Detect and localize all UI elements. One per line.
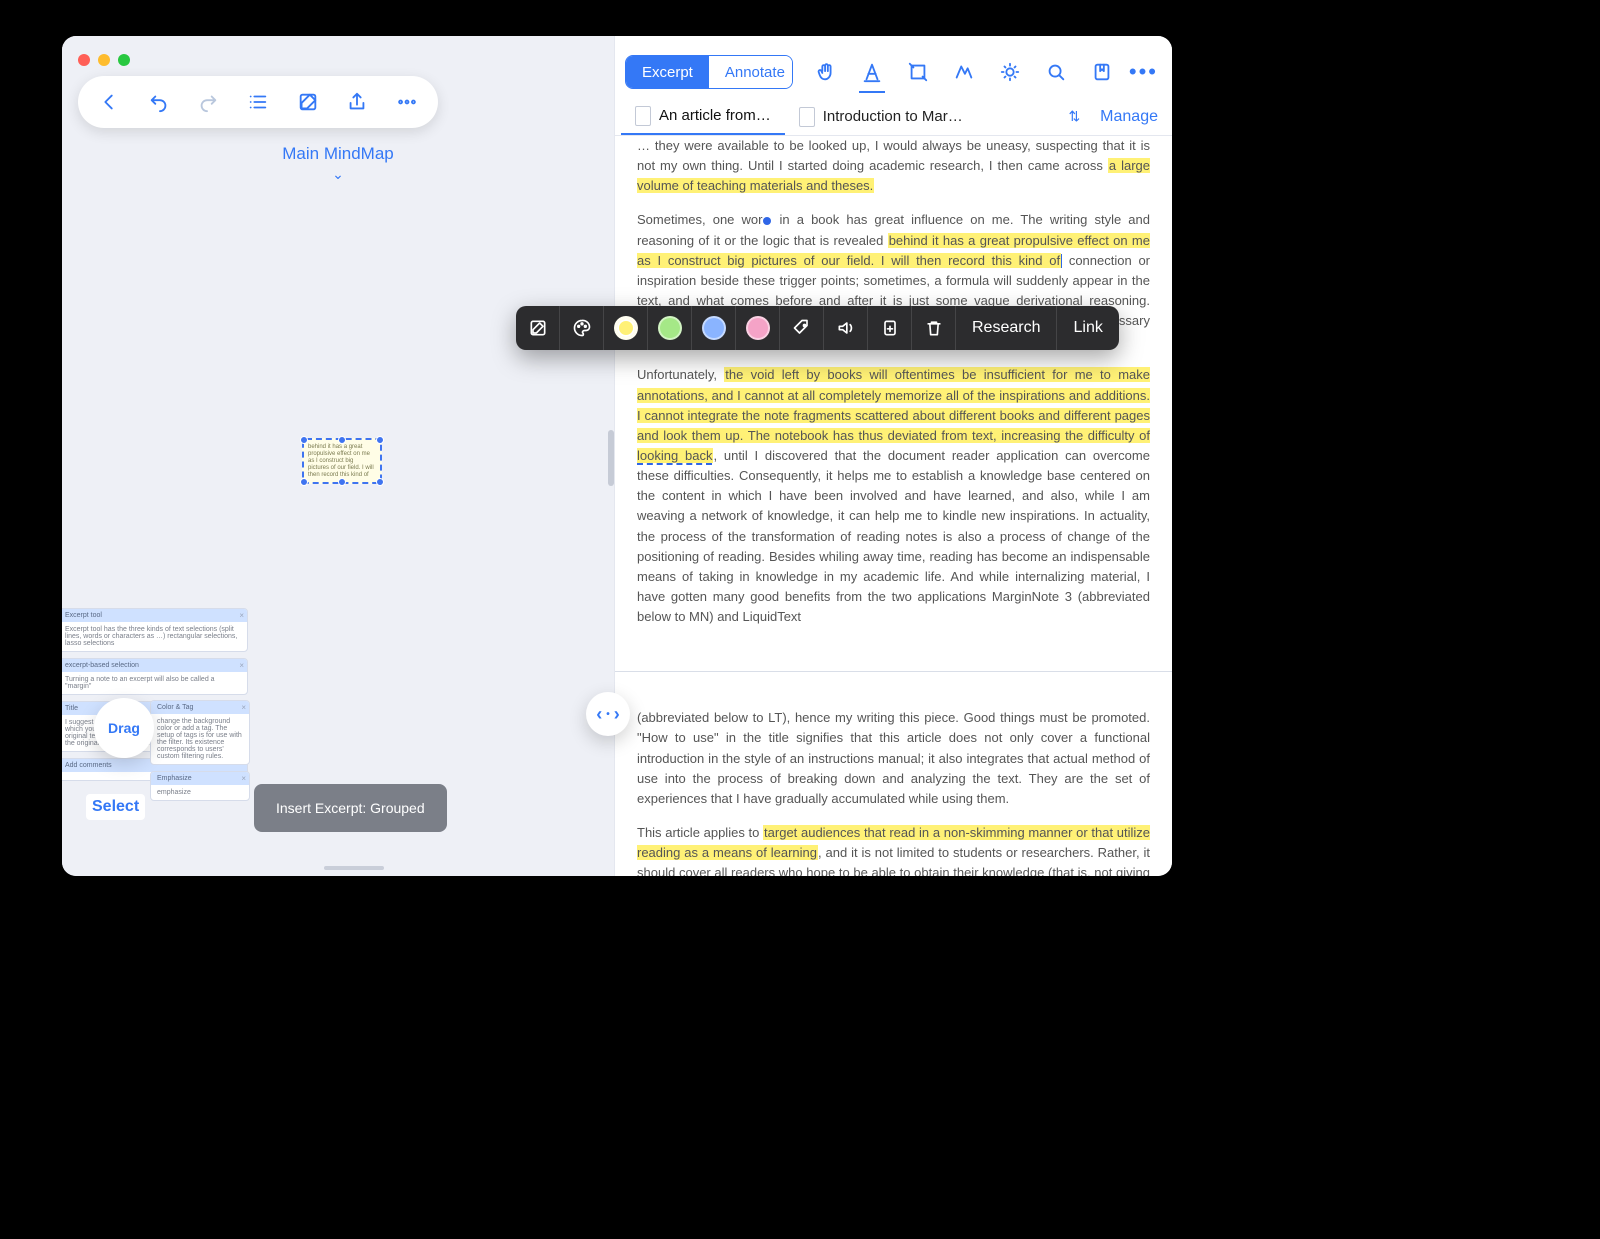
trash-icon[interactable] (912, 306, 956, 350)
clipboard-add-icon[interactable] (868, 306, 912, 350)
close-icon[interactable]: × (241, 703, 246, 712)
more-button[interactable] (385, 80, 429, 124)
document-toolbar: Excerpt Annotate ••• (625, 52, 1162, 92)
hand-tool-icon[interactable] (813, 59, 839, 85)
research-button[interactable]: Research (956, 306, 1057, 350)
speak-icon[interactable] (824, 306, 868, 350)
document-icon (635, 106, 651, 126)
selection-context-toolbar: Research Link (516, 306, 1119, 350)
document-tabs: An article from… Introduction to Mar… ⇅ … (615, 98, 1172, 136)
edit-icon[interactable] (516, 306, 560, 350)
share-button[interactable] (335, 80, 379, 124)
color-swatch-yellow[interactable] (604, 306, 648, 350)
insert-excerpt-tooltip: Insert Excerpt: Grouped (254, 784, 447, 832)
undo-button[interactable] (137, 80, 181, 124)
link-button[interactable]: Link (1057, 306, 1118, 350)
close-window-button[interactable] (78, 54, 90, 66)
minimize-window-button[interactable] (98, 54, 110, 66)
color-swatch-pink[interactable] (736, 306, 780, 350)
mindmap-pane: Main MindMap ⌄ behind it has a great pro… (62, 36, 614, 876)
paragraph: This article applies to target audiences… (615, 823, 1172, 876)
more-icon[interactable]: ••• (1129, 59, 1162, 85)
excerpt-node-text: behind it has a great propulsive effect … (308, 444, 374, 478)
window-controls (78, 54, 130, 66)
paragraph: (abbreviated below to LT), hence my writ… (615, 708, 1172, 823)
card-color-tag[interactable]: × Color & Tag change the background colo… (150, 700, 250, 765)
back-button[interactable] (87, 80, 131, 124)
redo-button[interactable] (186, 80, 230, 124)
card-emphasize[interactable]: × Emphasize emphasize (150, 771, 250, 801)
outline-button[interactable] (236, 80, 280, 124)
crop-tool-icon[interactable] (905, 59, 931, 85)
zoom-window-button[interactable] (118, 54, 130, 66)
excerpt-mode-button[interactable]: Excerpt (626, 56, 709, 88)
pane-split-handle[interactable]: ‹ • › (586, 692, 630, 736)
mindmap-title[interactable]: Main MindMap (62, 144, 614, 164)
drag-hint-bubble: Drag (94, 698, 154, 758)
chevron-left-icon: ‹ (596, 704, 602, 725)
close-icon[interactable]: × (241, 774, 246, 783)
selected-excerpt-node[interactable]: behind it has a great propulsive effect … (302, 438, 382, 484)
tool-icons-row (813, 59, 1115, 85)
tab-article[interactable]: An article from… (621, 98, 785, 135)
card-stack-2: × Color & Tag change the background colo… (150, 700, 250, 807)
color-swatch-green[interactable] (648, 306, 692, 350)
search-icon[interactable] (1043, 59, 1069, 85)
annotate-mode-button[interactable]: Annotate (709, 56, 793, 88)
color-swatch-blue[interactable] (692, 306, 736, 350)
mode-segmented-control: Excerpt Annotate (625, 55, 793, 89)
tag-icon[interactable] (780, 306, 824, 350)
palette-icon[interactable] (560, 306, 604, 350)
lasso-tool-icon[interactable] (951, 59, 977, 85)
close-icon[interactable]: × (239, 661, 244, 670)
horizontal-scroll-indicator[interactable] (324, 866, 384, 870)
document-pane: Excerpt Annotate ••• An article f (614, 36, 1172, 876)
chevron-right-icon: › (614, 704, 620, 725)
mindmap-toolbar (78, 76, 438, 128)
paragraph: Unfortunately, the void left by books wi… (615, 365, 1172, 641)
bookmark-icon[interactable] (1089, 59, 1115, 85)
page-break (615, 671, 1172, 672)
document-body[interactable]: … they were available to be looked up, I… (615, 136, 1172, 876)
manage-tabs-button[interactable]: Manage (1086, 108, 1172, 126)
compose-button[interactable] (286, 80, 330, 124)
paragraph: … they were available to be looked up, I… (615, 136, 1172, 210)
tab-intro[interactable]: Introduction to Mar… (785, 98, 977, 135)
card-excerpt-based[interactable]: × excerpt-based selection Turning a note… (62, 658, 248, 695)
text-style-tool-icon[interactable] (859, 59, 885, 85)
document-icon (799, 107, 815, 127)
app-window: Main MindMap ⌄ behind it has a great pro… (62, 36, 1172, 876)
card-excerpt-tool[interactable]: × Excerpt tool Excerpt tool has the thre… (62, 608, 248, 652)
selection-start-handle[interactable] (763, 217, 771, 225)
sort-tabs-icon[interactable]: ⇅ (1062, 108, 1086, 125)
close-icon[interactable]: × (239, 611, 244, 620)
select-hint-badge: Select (86, 794, 145, 820)
stamp-tool-icon[interactable] (997, 59, 1023, 85)
chevron-down-icon[interactable]: ⌄ (62, 166, 614, 183)
